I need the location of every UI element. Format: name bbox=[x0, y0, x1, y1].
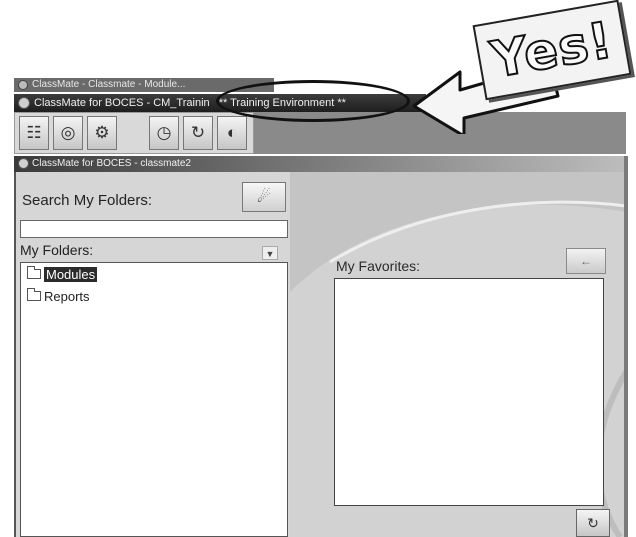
app-icon bbox=[18, 158, 29, 169]
sub-window-title: ClassMate for BOCES - classmate2 bbox=[32, 158, 191, 169]
sub-window-title-bar[interactable]: ClassMate for BOCES - classmate2 bbox=[14, 156, 626, 172]
folders-panel: Search My Folders: ☄ My Folders: ▼ Modul… bbox=[14, 172, 290, 537]
favorites-panel: My Favorites: ← ↻ bbox=[290, 172, 626, 537]
exit-icon: ◐ bbox=[226, 123, 238, 142]
callout-text: Yes! bbox=[486, 10, 618, 90]
clock-button[interactable]: ◷ bbox=[149, 116, 179, 150]
favorites-label: My Favorites: bbox=[336, 258, 421, 274]
refresh-icon: ↻ bbox=[190, 123, 206, 142]
window-border bbox=[624, 156, 628, 537]
folders-label: My Folders: bbox=[20, 242, 94, 258]
main-toolbar: ☷ ◎ ⚙ ◷ ↻ ◐ bbox=[14, 112, 254, 154]
refresh-icon: ↻ bbox=[587, 514, 599, 531]
app-title: ClassMate for BOCES - CM_Trainin bbox=[34, 97, 210, 109]
chart-button[interactable]: ☷ bbox=[19, 116, 49, 150]
chevron-down-icon[interactable]: ▼ bbox=[262, 246, 278, 260]
search-label: Search My Folders: bbox=[22, 192, 153, 209]
yes-callout: Yes! bbox=[472, 0, 632, 101]
help-button[interactable]: ⚙ bbox=[87, 116, 117, 150]
favorites-refresh-button[interactable]: ↻ bbox=[576, 509, 610, 537]
folder-icon bbox=[27, 266, 41, 279]
help-icon: ⚙ bbox=[94, 123, 110, 142]
arrow-left-icon: ← bbox=[580, 254, 592, 268]
favorites-list[interactable] bbox=[334, 278, 604, 506]
clock-icon: ◷ bbox=[156, 123, 172, 142]
refresh-button[interactable]: ↻ bbox=[183, 116, 213, 150]
globe-icon: ◎ bbox=[60, 123, 76, 142]
favorites-button[interactable]: ← bbox=[566, 248, 606, 274]
app-icon bbox=[18, 80, 28, 90]
screenshot-stage: ClassMate - Classmate - Module... ClassM… bbox=[0, 0, 636, 537]
search-icon: ☄ bbox=[256, 189, 272, 206]
folder-tree: Modules Reports bbox=[20, 262, 288, 537]
highlight-oval bbox=[216, 80, 410, 122]
folder-label: Modules bbox=[44, 266, 98, 282]
search-button[interactable]: ☄ bbox=[242, 182, 286, 212]
exit-button[interactable]: ◐ bbox=[217, 116, 247, 150]
folder-item-modules[interactable]: Modules bbox=[27, 265, 98, 283]
globe-button[interactable]: ◎ bbox=[53, 116, 83, 150]
background-window-title: ClassMate - Classmate - Module... bbox=[32, 79, 186, 90]
folder-item-reports[interactable]: Reports bbox=[27, 287, 90, 305]
app-icon bbox=[18, 97, 30, 109]
folder-label: Reports bbox=[44, 288, 90, 304]
chart-icon: ☷ bbox=[26, 123, 42, 142]
search-input[interactable] bbox=[20, 220, 288, 238]
folder-icon bbox=[27, 288, 41, 301]
